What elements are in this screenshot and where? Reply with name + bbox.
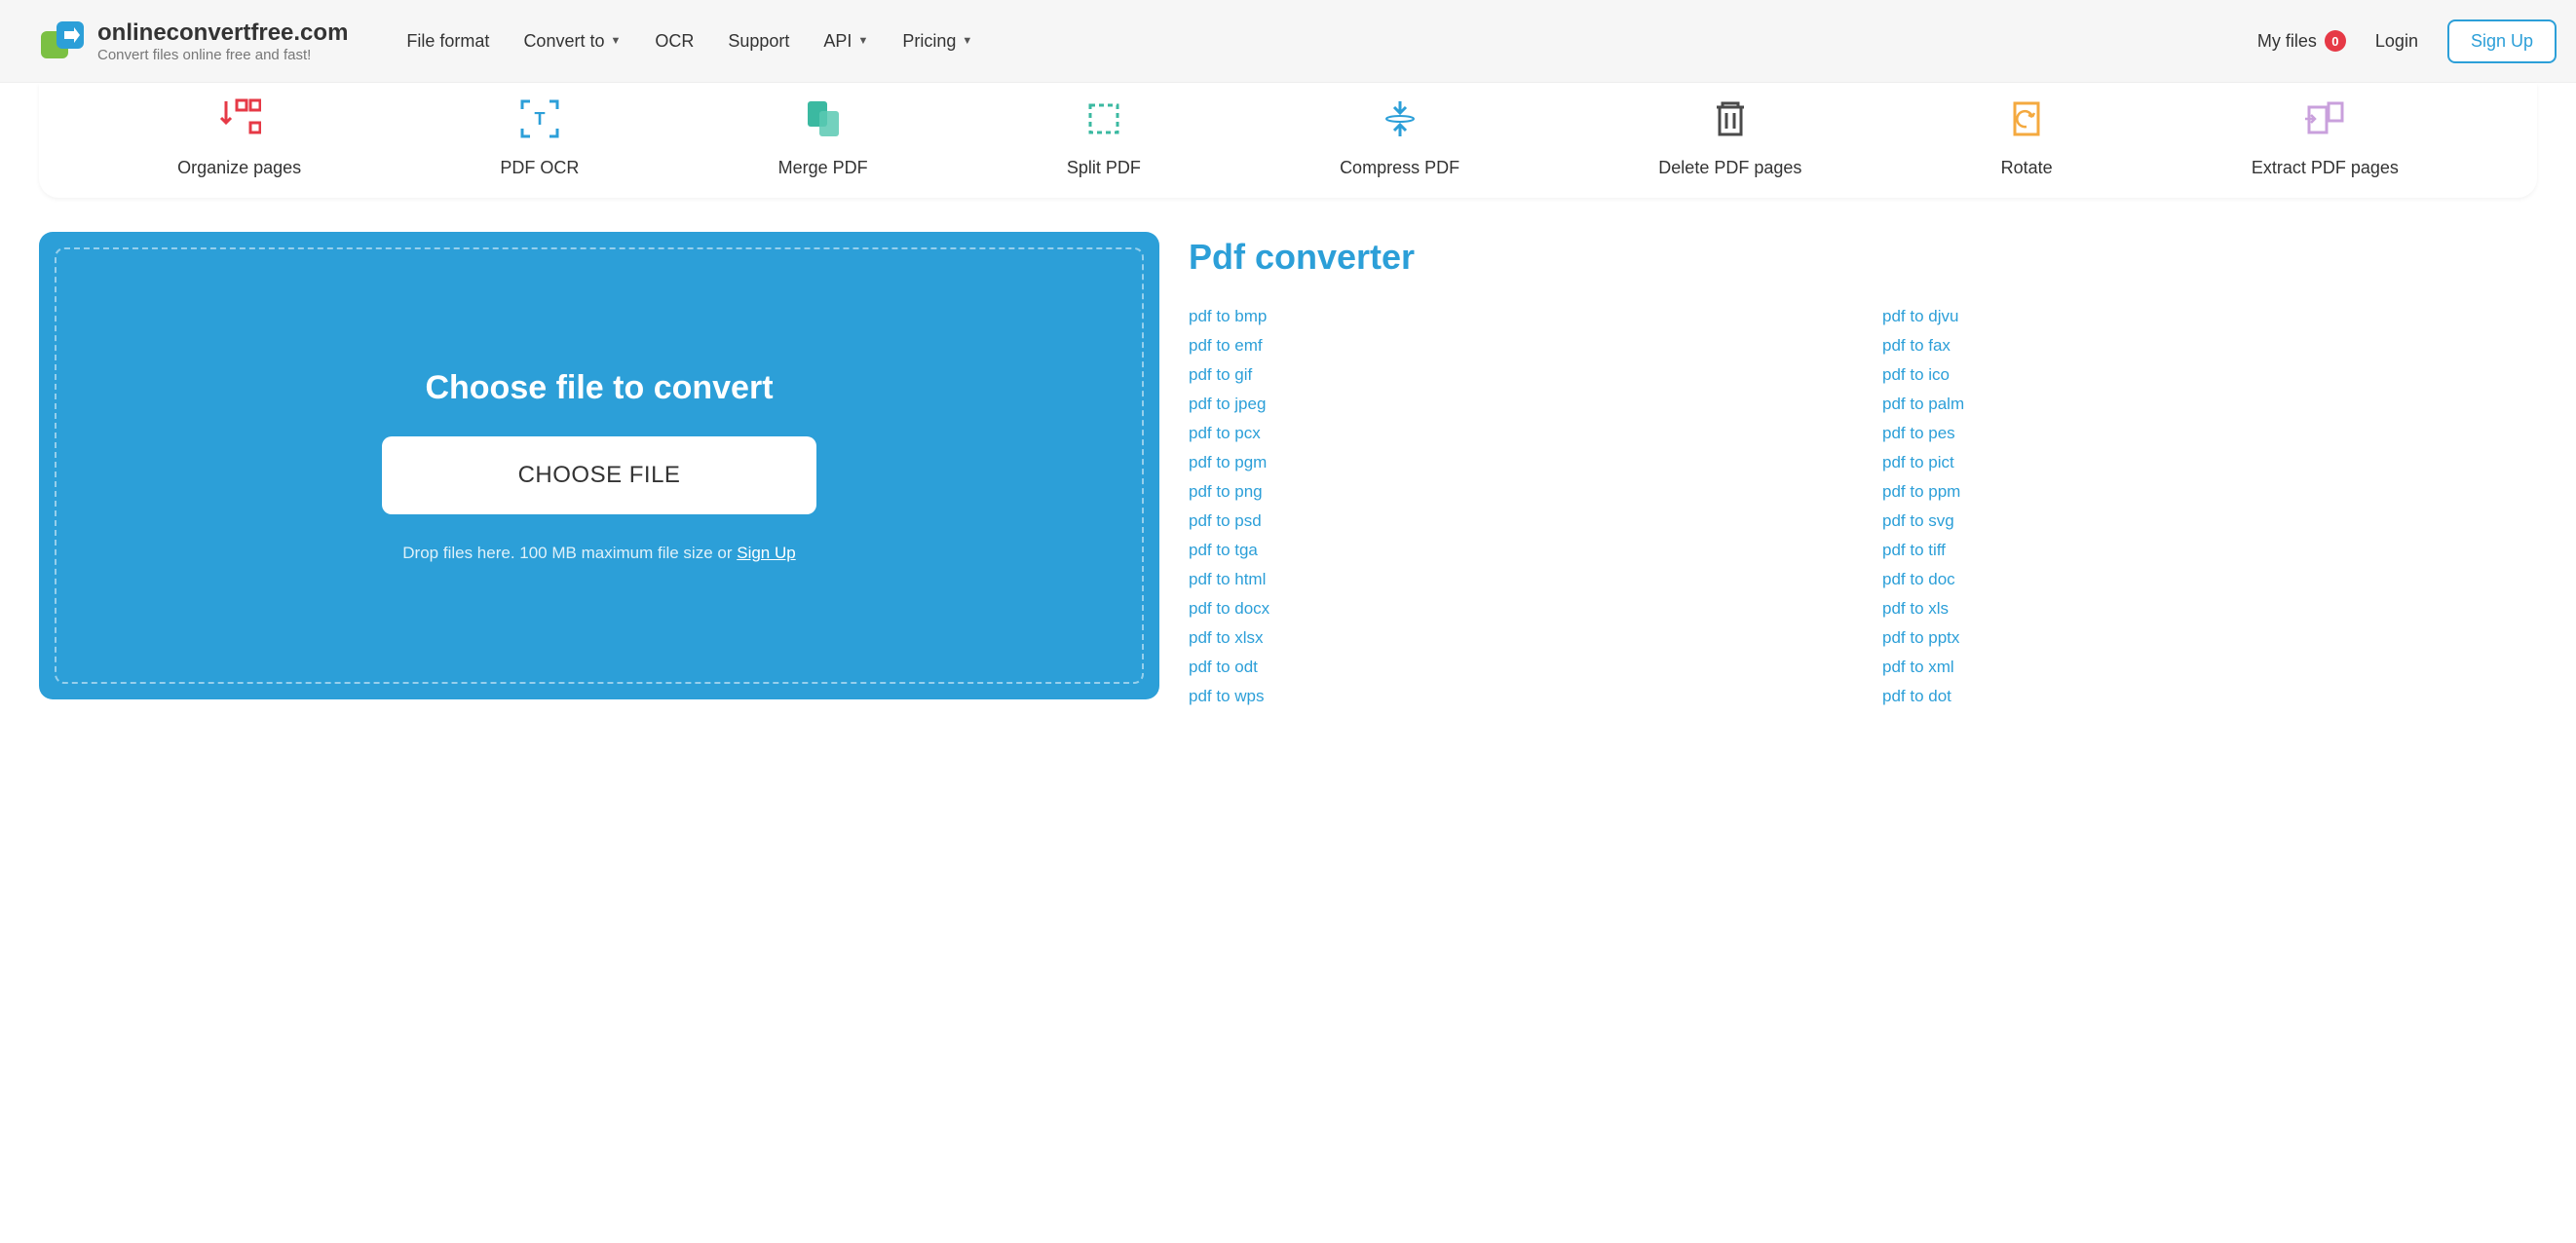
sidebar-title: Pdf converter [1189,237,2537,278]
nav-ocr[interactable]: OCR [655,31,694,52]
my-files-link[interactable]: My files 0 [2257,30,2346,52]
conv-link[interactable]: pdf to ppm [1882,482,2537,502]
conv-link[interactable]: pdf to xml [1882,658,2537,677]
tool-delete-pages[interactable]: Delete PDF pages [1658,97,1801,178]
tool-extract-pages[interactable]: Extract PDF pages [2252,97,2399,178]
tool-label: Delete PDF pages [1658,158,1801,178]
choose-file-button[interactable]: CHOOSE FILE [382,436,817,514]
organize-icon [218,97,261,140]
conv-link[interactable]: pdf to pptx [1882,628,2537,648]
conv-link[interactable]: pdf to xls [1882,599,2537,619]
conv-link[interactable]: pdf to jpeg [1189,395,1843,414]
tool-label: Extract PDF pages [2252,158,2399,178]
site-title: onlineconvertfree.com [97,19,348,47]
main-nav: File format Convert to▼ OCR Support API▼… [406,31,972,52]
ocr-icon: T [518,97,561,140]
compress-icon [1379,97,1421,140]
conv-link[interactable]: pdf to palm [1882,395,2537,414]
conv-link[interactable]: pdf to svg [1882,511,2537,531]
dropzone-hint: Drop files here. 100 MB maximum file siz… [402,544,795,563]
tool-label: Merge PDF [778,158,868,178]
chevron-down-icon: ▼ [610,35,621,47]
conv-link[interactable]: pdf to tga [1189,541,1843,560]
tool-label: PDF OCR [500,158,579,178]
conv-link[interactable]: pdf to djvu [1882,307,2537,326]
signup-button[interactable]: Sign Up [2447,19,2557,63]
tool-label: Organize pages [177,158,301,178]
conv-link[interactable]: pdf to emf [1189,336,1843,356]
conv-link[interactable]: pdf to pes [1882,424,2537,443]
logo-text: onlineconvertfree.com Convert files onli… [97,19,348,63]
tool-merge-pdf[interactable]: Merge PDF [778,97,868,178]
conv-link[interactable]: pdf to psd [1189,511,1843,531]
conv-link[interactable]: pdf to dot [1882,687,2537,706]
logo-icon [39,18,86,64]
login-link[interactable]: Login [2375,31,2418,52]
chevron-down-icon: ▼ [857,35,868,47]
converter-links: pdf to bmp pdf to djvu pdf to emf pdf to… [1189,307,2537,706]
myfiles-count-badge: 0 [2325,30,2346,52]
conv-link[interactable]: pdf to png [1189,482,1843,502]
nav-pricing[interactable]: Pricing▼ [902,31,972,52]
pdf-tools-row: Organize pages T PDF OCR Merge PDF Split… [39,83,2537,198]
main-area: Choose file to convert CHOOSE FILE Drop … [0,198,2576,740]
tool-split-pdf[interactable]: Split PDF [1067,97,1141,178]
conv-link[interactable]: pdf to pgm [1189,453,1843,472]
header: onlineconvertfree.com Convert files onli… [0,0,2576,83]
conv-link[interactable]: pdf to gif [1189,365,1843,385]
tool-compress-pdf[interactable]: Compress PDF [1340,97,1459,178]
nav-convert-to[interactable]: Convert to▼ [523,31,621,52]
conv-link[interactable]: pdf to xlsx [1189,628,1843,648]
tool-label: Compress PDF [1340,158,1459,178]
tool-rotate[interactable]: Rotate [2001,97,2053,178]
trash-icon [1709,97,1752,140]
header-right: My files 0 Login Sign Up [2257,19,2557,63]
nav-api[interactable]: API▼ [823,31,868,52]
tool-label: Rotate [2001,158,2053,178]
merge-icon [802,97,845,140]
conv-link[interactable]: pdf to odt [1189,658,1843,677]
nav-file-format[interactable]: File format [406,31,489,52]
svg-text:T: T [534,109,545,129]
conv-link[interactable]: pdf to ico [1882,365,2537,385]
conv-link[interactable]: pdf to wps [1189,687,1843,706]
conv-link[interactable]: pdf to html [1189,570,1843,589]
tool-pdf-ocr[interactable]: T PDF OCR [500,97,579,178]
dropzone-title: Choose file to convert [425,369,773,407]
conv-link[interactable]: pdf to fax [1882,336,2537,356]
conv-link[interactable]: pdf to pict [1882,453,2537,472]
conv-link[interactable]: pdf to tiff [1882,541,2537,560]
converter-sidebar: Pdf converter pdf to bmp pdf to djvu pdf… [1189,232,2537,706]
signup-link[interactable]: Sign Up [737,544,795,562]
extract-icon [2303,97,2346,140]
nav-support[interactable]: Support [728,31,789,52]
conv-link[interactable]: pdf to pcx [1189,424,1843,443]
conv-link[interactable]: pdf to bmp [1189,307,1843,326]
site-tagline: Convert files online free and fast! [97,47,348,63]
tool-label: Split PDF [1067,158,1141,178]
tool-organize-pages[interactable]: Organize pages [177,97,301,178]
rotate-icon [2005,97,2048,140]
logo[interactable]: onlineconvertfree.com Convert files onli… [39,18,348,64]
file-dropzone[interactable]: Choose file to convert CHOOSE FILE Drop … [39,232,1159,699]
conv-link[interactable]: pdf to docx [1189,599,1843,619]
dropzone-inner: Choose file to convert CHOOSE FILE Drop … [55,247,1144,684]
conv-link[interactable]: pdf to doc [1882,570,2537,589]
split-icon [1082,97,1125,140]
chevron-down-icon: ▼ [962,35,972,47]
